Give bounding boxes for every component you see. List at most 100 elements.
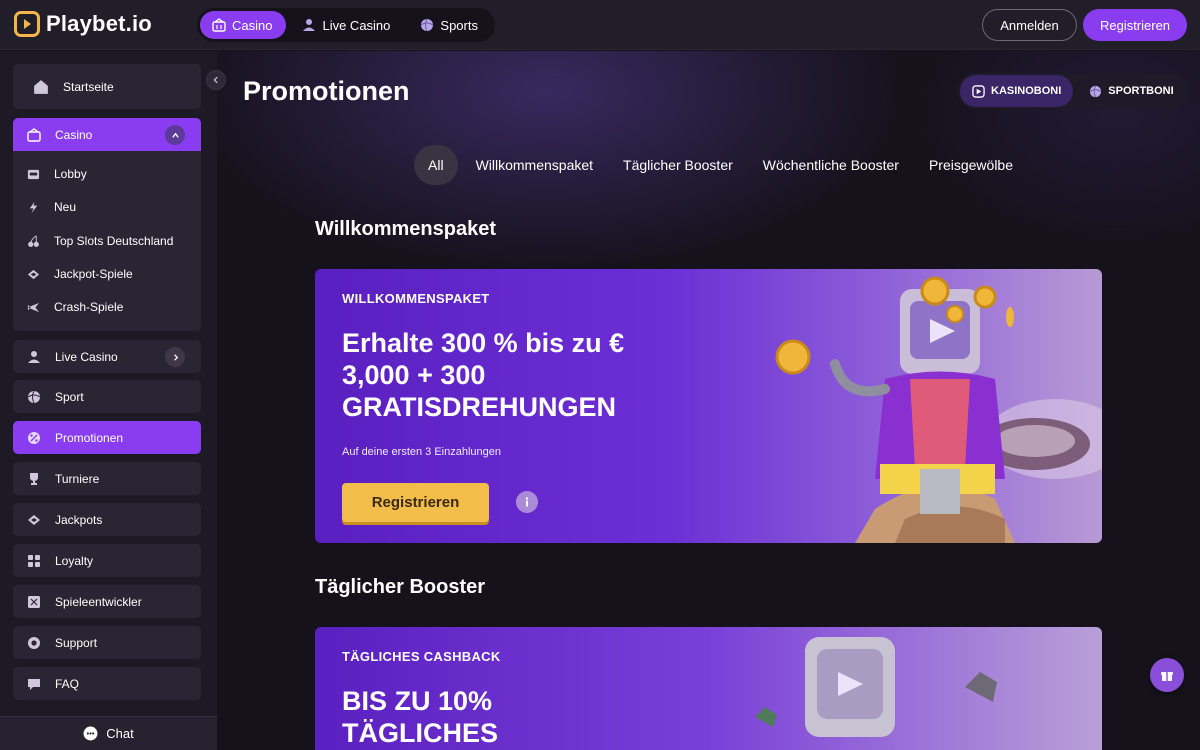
sidebar: Startseite Casino Lobby Neu Top Slots De… [0,51,217,750]
sidebar-collapse-button[interactable] [206,70,226,90]
robot-illustration [755,637,997,737]
casino-icon [212,18,226,32]
ball-icon [421,18,434,32]
sidebar-item-label: Live Casino [55,349,118,364]
gift-icon [1161,672,1173,681]
filter-willkommenspaket[interactable]: Willkommenspaket [461,145,608,185]
brand-name: Playbet.io [46,11,152,36]
sidebar-item-label: Spieleentwickler [55,594,142,609]
chat-bubble-icon [28,678,40,690]
sidebar-item-label: Crash-Spiele [54,300,124,314]
promo-card-daily-cashback[interactable]: TÄGLICHES CASHBACK BIS ZU 10% TÄGLICHES [315,627,1102,750]
sidebar-item-sport[interactable]: Sport [13,380,201,413]
promo-subtext: Auf deine ersten 3 Einzahlungen [342,446,502,458]
sidebar-item-label: Neu [54,200,77,214]
sidebar-item-label: Turniere [55,471,100,486]
sidebar-item-spieleentwickler[interactable]: Spieleentwickler [13,585,201,618]
cherry-icon [28,235,39,247]
dealer-icon [303,19,316,31]
sidebar-item-label: Lobby [54,167,87,181]
main-content: Promotionen KASINOBONI SPORTBONI All Wil… [217,51,1200,750]
sidebar-item-label: Jackpots [55,512,103,527]
sidebar-item-neu[interactable]: Neu [13,192,201,222]
sidebar-item-label: FAQ [55,676,80,691]
chevron-left-icon [213,76,218,84]
grid-icon [28,554,40,567]
jackpot-icon [27,269,40,279]
plane-icon [27,302,40,312]
home-icon [34,79,48,94]
promo-label: WILLKOMMENSPAKET [342,291,490,306]
puzzle-icon [28,595,40,608]
mascot-illustration [775,276,1102,543]
topnav-live-casino[interactable]: Live Casino [290,11,404,39]
topnav-sports[interactable]: Sports [408,11,492,39]
sidebar-item-label: Jackpot-Spiele [54,267,133,281]
percent-icon [28,431,40,444]
sidebar-item-lobby[interactable]: Lobby [13,159,201,189]
sidebar-item-promotionen[interactable]: Promotionen [13,421,201,454]
sidebar-item-label: Top Slots Deutschland [54,234,174,248]
play-square-icon [972,84,985,98]
trophy-icon [30,472,38,485]
info-icon[interactable] [516,491,538,513]
sidebar-item-jackpot-spiele[interactable]: Jackpot-Spiele [13,259,201,289]
casino-submenu: Lobby Neu Top Slots Deutschland Jackpot-… [13,151,201,331]
logo-play-icon [14,11,40,37]
sidebar-item-label: Support [55,635,98,650]
ball-icon [1089,85,1102,97]
sidebar-item-support[interactable]: Support [13,626,201,659]
lifebuoy-icon [28,636,40,649]
chevron-up-icon[interactable] [165,125,185,145]
sidebar-item-label: Promotionen [55,430,124,445]
sidebar-item-label: Sport [55,389,84,404]
sidebar-item-loyalty[interactable]: Loyalty [13,544,201,577]
floating-action-button[interactable] [1150,658,1184,692]
sidebar-item-faq[interactable]: FAQ [13,667,201,700]
sidebar-item-turniere[interactable]: Turniere [13,462,201,495]
lightning-icon [29,201,38,213]
register-button[interactable]: Registrieren [1083,9,1187,41]
filter-all[interactable]: All [414,145,458,185]
chat-button[interactable]: Chat [0,716,217,750]
sidebar-item-label: Casino [55,127,93,142]
section-title-taeglicher-booster: Täglicher Booster [315,576,486,598]
sidebar-item-top-slots[interactable]: Top Slots Deutschland [13,226,201,256]
tab-label: KASINOBONI [991,85,1062,97]
filter-preisgewoelbe[interactable]: Preisgewölbe [914,145,1028,185]
casino-icon [27,127,41,142]
sidebar-item-label: Startseite [63,79,114,94]
ball-icon [27,390,41,403]
promo-headline: Erhalte 300 % bis zu € 3,000 + 300 GRATI… [342,328,625,422]
product-switcher: Casino Live Casino Sports [197,8,495,42]
topnav-casino[interactable]: Casino [200,11,287,39]
filter-woechentliche-booster[interactable]: Wöchentliche Booster [748,145,914,185]
sidebar-item-live-casino[interactable]: Live Casino [13,340,201,373]
filter-taeglicher-booster[interactable]: Täglicher Booster [608,145,748,185]
promo-filter-bar: All Willkommenspaket Täglicher Booster W… [414,145,1028,185]
promo-label: TÄGLICHES CASHBACK [342,649,501,664]
sidebar-item-label: Loyalty [55,553,94,568]
promo-register-button[interactable]: Registrieren [342,483,489,522]
sidebar-item-casino[interactable]: Casino [13,118,201,151]
topnav-casino-label: Casino [232,17,273,33]
chat-icon [83,726,98,741]
topnav-sports-label: Sports [440,17,478,33]
slot-machine-icon [27,169,40,179]
jackpot-icon [28,514,40,525]
top-header: Playbet.io Casino Live Casino Sports Anm… [0,0,1200,50]
bonus-type-switch: KASINOBONI SPORTBONI [958,73,1188,109]
brand-logo[interactable]: Playbet.io [14,11,152,37]
sidebar-item-jackpots[interactable]: Jackpots [13,503,201,536]
tab-sportboni[interactable]: SPORTBONI [1077,75,1185,107]
login-button[interactable]: Anmelden [982,9,1077,41]
sidebar-item-crash-spiele[interactable]: Crash-Spiele [13,292,201,322]
section-title-willkommenspaket: Willkommenspaket [315,218,496,240]
promo-card-welcome[interactable]: WILLKOMMENSPAKET Erhalte 300 % bis zu € … [315,269,1102,543]
chevron-right-icon[interactable] [165,347,185,367]
dealer-icon [28,350,40,363]
page-title: Promotionen [243,76,410,106]
tab-kasinoboni[interactable]: KASINOBONI [960,75,1074,107]
sidebar-item-home[interactable]: Startseite [13,64,201,109]
chat-label: Chat [106,726,134,741]
